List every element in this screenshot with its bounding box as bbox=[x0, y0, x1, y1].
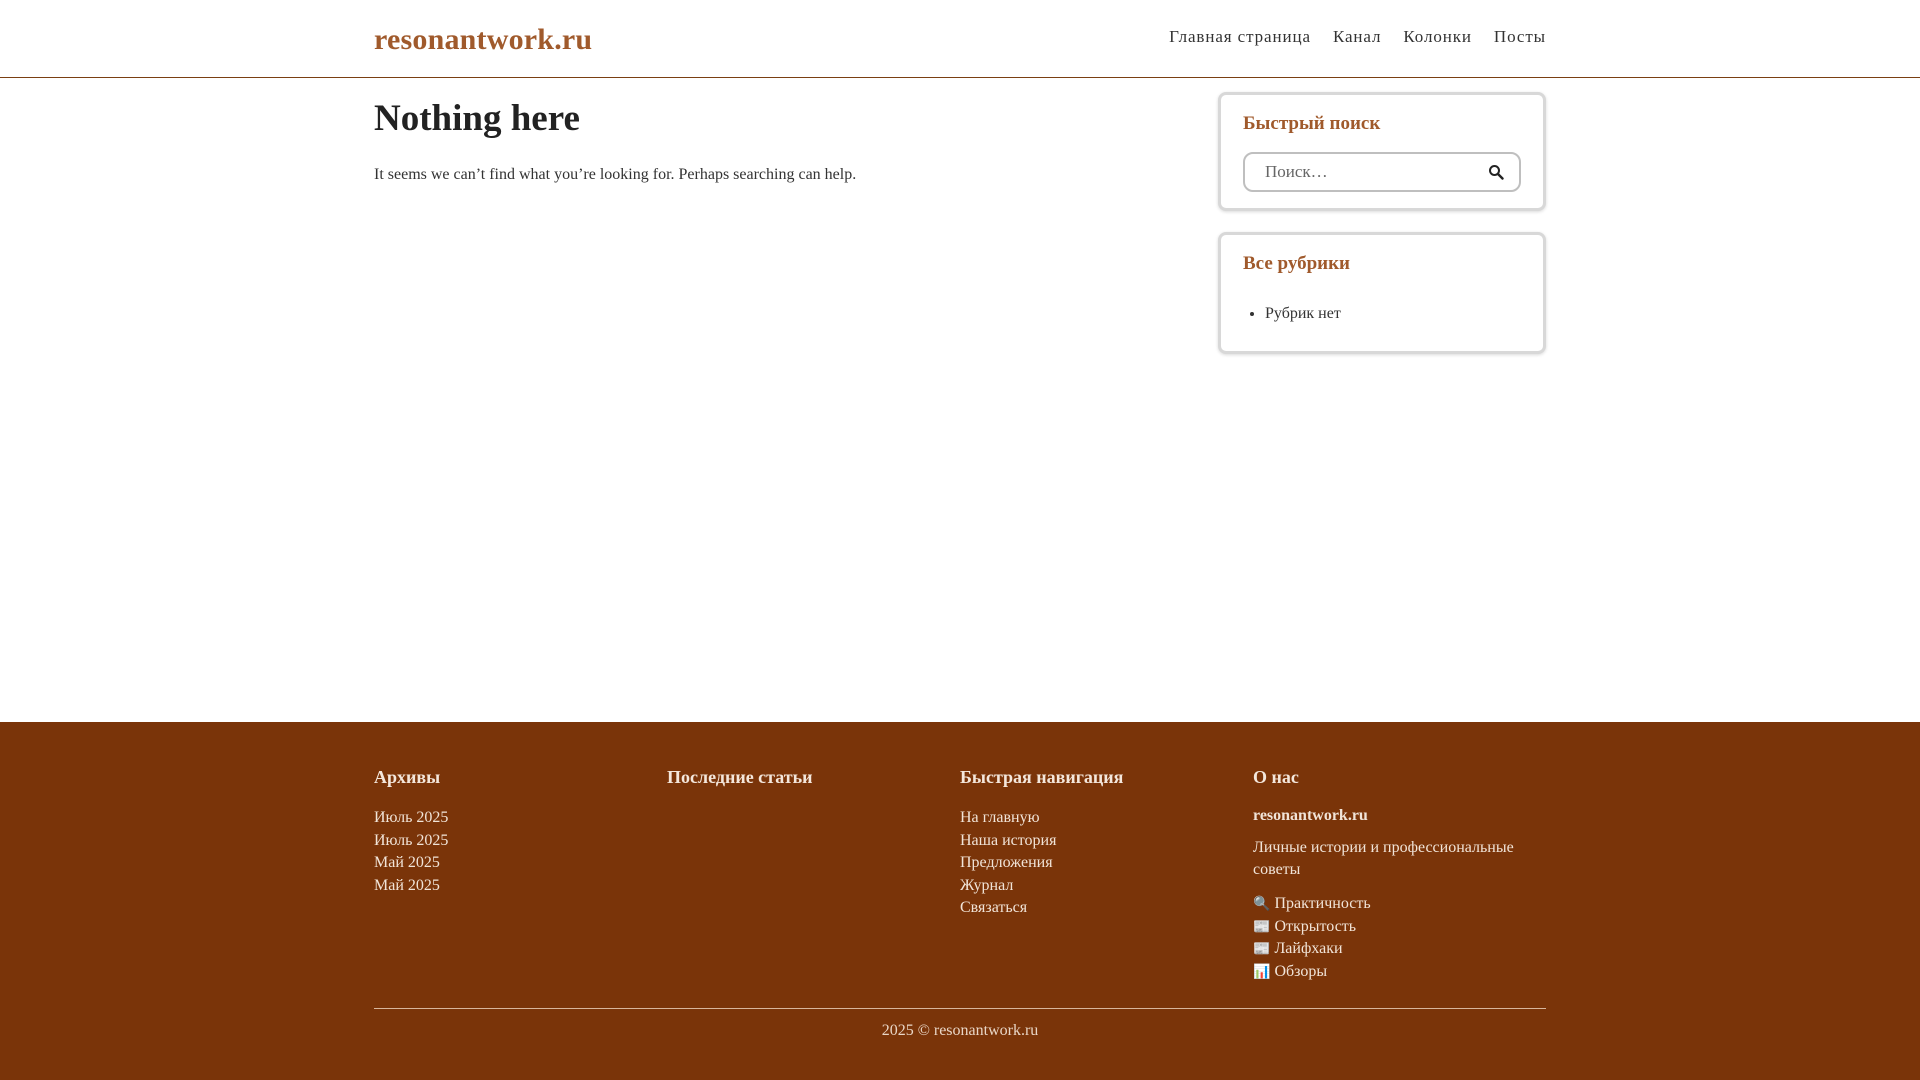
quicknav-history[interactable]: Наша история bbox=[960, 832, 1056, 849]
about-site-name: resonantwork.ru bbox=[1253, 807, 1368, 824]
magnifier-icon: 🔍 bbox=[1253, 896, 1271, 912]
category-item: Рубрик нет bbox=[1265, 305, 1521, 323]
quicknav-journal[interactable]: Журнал bbox=[960, 877, 1013, 894]
about-link[interactable]: 🔍 Практичность bbox=[1253, 895, 1371, 912]
footer-archives-title: Архивы bbox=[374, 767, 441, 787]
about-link-label: Открытость bbox=[1274, 917, 1357, 935]
search-widget-title: Быстрый поиск bbox=[1243, 113, 1381, 134]
category-list: Рубрик нет bbox=[1243, 305, 1521, 335]
bar-chart-icon: 📊 bbox=[1253, 963, 1271, 980]
nav-columns[interactable]: Колонки bbox=[1403, 27, 1472, 47]
archive-link[interactable]: Май 2025 bbox=[374, 877, 440, 894]
site-header: resonantwork.ru Главная страница Канал К… bbox=[0, 0, 1920, 78]
page-title: Nothing here bbox=[374, 98, 580, 139]
quicknav-contact[interactable]: Связаться bbox=[960, 899, 1027, 916]
about-link-label: Лайфхаки bbox=[1274, 940, 1343, 957]
search-input[interactable] bbox=[1265, 162, 1485, 182]
quicknav-home[interactable]: На главную bbox=[960, 809, 1040, 826]
search-widget: Быстрый поиск bbox=[1218, 92, 1546, 211]
not-found-message: It seems we can’t find what you’re looki… bbox=[374, 166, 857, 184]
about-link[interactable]: 📊 Обзоры bbox=[1253, 963, 1327, 980]
nav-home[interactable]: Главная страница bbox=[1169, 27, 1311, 47]
categories-widget-title: Все рубрики bbox=[1243, 253, 1350, 274]
footer-about: О нас resonantwork.ru Личные истории и п… bbox=[1253, 767, 1546, 983]
search-icon[interactable] bbox=[1485, 161, 1507, 183]
newspaper-icon: 📰 bbox=[1253, 918, 1271, 935]
footer-bottom: 2025 © resonantwork.ru bbox=[374, 1008, 1546, 1040]
categories-widget: Все рубрики Рубрик нет bbox=[1218, 232, 1546, 354]
footer-about-title: О нас bbox=[1253, 767, 1299, 787]
about-link-label: Практичность bbox=[1274, 895, 1371, 912]
archive-link[interactable]: Июль 2025 bbox=[374, 809, 448, 826]
about-link-label: Обзоры bbox=[1274, 962, 1328, 980]
about-description: Личные истории и профессиональные советы bbox=[1253, 839, 1514, 878]
content-area: Nothing here It seems we can’t find what… bbox=[374, 78, 1546, 375]
about-link[interactable]: 📰 Лайфхаки bbox=[1253, 940, 1343, 957]
archive-link[interactable]: Май 2025 bbox=[374, 854, 440, 871]
copyright: 2025 © resonantwork.ru bbox=[881, 1022, 1039, 1039]
sidebar: Быстрый поиск Все рубрики Рубрик нет bbox=[1218, 92, 1546, 375]
site-footer: Архивы Июль 2025 Июль 2025 Май 2025 Май … bbox=[0, 722, 1920, 1080]
newspaper-icon: 📰 bbox=[1253, 941, 1271, 957]
footer-archives: Архивы Июль 2025 Июль 2025 Май 2025 Май … bbox=[374, 767, 667, 983]
about-link[interactable]: 📰 Открытость bbox=[1253, 918, 1356, 935]
search-box bbox=[1243, 152, 1521, 192]
footer-recent: Последние статьи bbox=[667, 767, 960, 983]
nav-channel[interactable]: Канал bbox=[1333, 27, 1381, 47]
archive-link[interactable]: Июль 2025 bbox=[374, 832, 448, 849]
footer-quicknav-title: Быстрая навигация bbox=[960, 767, 1124, 787]
site-title-link[interactable]: resonantwork.ru bbox=[374, 23, 592, 57]
main-nav: Главная страница Канал Колонки Посты bbox=[1169, 27, 1546, 47]
footer-quicknav: Быстрая навигация На главную Наша истори… bbox=[960, 767, 1253, 983]
main-content: Nothing here It seems we can’t find what… bbox=[374, 92, 1174, 375]
footer-recent-title: Последние статьи bbox=[667, 767, 813, 787]
quicknav-offers[interactable]: Предложения bbox=[960, 854, 1053, 871]
nav-posts[interactable]: Посты bbox=[1494, 27, 1546, 47]
